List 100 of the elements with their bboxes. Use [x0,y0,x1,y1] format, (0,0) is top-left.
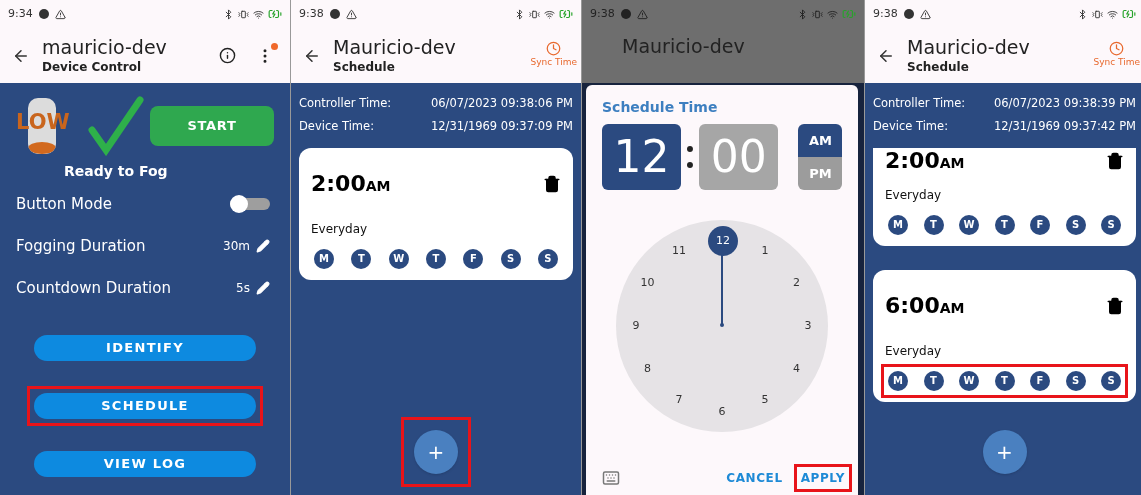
delete-icon[interactable] [1106,296,1124,315]
day-chip[interactable]: S [1065,370,1086,391]
schedule-time: 2:00AM [885,149,965,172]
checkmark-icon [88,96,144,156]
status-time: 9:34 [8,5,33,22]
dialog-action-button[interactable]: APPLY [793,464,852,492]
info-icon[interactable] [219,47,236,64]
add-button[interactable]: + [982,430,1027,474]
day-chip[interactable]: T [923,214,944,235]
colon-icon [687,146,694,168]
day-chip[interactable]: W [959,214,979,235]
repeat-label: Everyday [311,220,369,238]
status-icon [38,9,49,19]
status-icon [903,9,914,19]
dial-number[interactable]: 7 [665,386,693,415]
repeat-label: Everyday [885,342,943,360]
header-title: Mauricio-dev [333,36,457,60]
time-value: 06/07/2023 09:38:06 PM [430,95,573,112]
bluetooth-icon [223,8,234,20]
day-chip[interactable]: T [994,370,1015,391]
day-chip[interactable]: S [1101,370,1121,391]
warning-icon [345,8,357,20]
schedule-time: 6:00AM [885,294,965,317]
day-chip[interactable]: S [1065,214,1086,235]
status-time: 9:38 [590,5,615,22]
time-value: 06/07/2023 09:38:39 PM [993,95,1136,112]
bluetooth-icon [514,8,525,20]
wifi-icon [253,8,264,20]
setting-value: 30m [223,238,250,255]
header-subtitle: Schedule [333,59,396,75]
dialog-action-button[interactable]: CANCEL [719,464,790,492]
header-subtitle: Device Control [42,59,143,75]
setting-label: Button Mode [16,193,112,215]
day-chip[interactable]: F [1030,370,1050,391]
status-time: 9:38 [873,5,898,22]
dial-number[interactable]: 2 [782,269,811,297]
dial-number[interactable]: 11 [665,237,693,266]
add-button[interactable]: + [414,430,458,474]
time-label: Controller Time: [299,95,392,112]
warning-icon [919,8,931,20]
battery-icon [842,7,856,21]
warning-icon [54,8,66,20]
status-time: 9:38 [299,5,324,22]
delete-icon[interactable] [1106,151,1124,170]
dial-number[interactable]: 5 [751,386,779,415]
day-chip[interactable]: S [537,248,558,269]
dial-number[interactable]: 3 [794,312,822,340]
day-chip[interactable]: T [426,248,446,269]
day-chip[interactable]: M [888,370,908,391]
edit-icon[interactable] [256,239,270,253]
toggle-switch[interactable] [230,198,270,210]
wifi-icon [544,8,555,20]
day-chip[interactable]: S [1101,214,1121,235]
day-chip[interactable]: T [923,370,944,391]
dial-number[interactable]: 12 [708,226,738,256]
setting-label: Fogging Duration [16,235,146,257]
vibrate-icon [1092,8,1103,20]
schedule-time: 2:00AM [311,172,391,195]
action-button[interactable]: SCHEDULE [34,393,256,419]
battery-icon [1122,7,1136,21]
day-chip[interactable]: M [314,248,334,269]
repeat-label: Everyday [885,186,943,204]
time-value: 12/31/1969 09:37:42 PM [993,118,1136,136]
action-button[interactable]: IDENTIFY [34,335,256,361]
day-chip[interactable]: S [500,248,521,269]
dial-number[interactable]: 4 [782,355,811,383]
keyboard-icon[interactable] [602,469,620,487]
action-button[interactable]: VIEW LOG [34,451,256,477]
battery-icon [559,7,573,21]
vibrate-icon [238,8,249,20]
battery-icon [268,7,282,21]
period-toggle[interactable]: AM [798,124,842,157]
clock-icon [1109,41,1125,57]
clock-dial[interactable]: 12 1 2 3 4 5 6 7 8 9 10 11 [616,220,828,432]
dial-number[interactable]: 10 [633,269,662,297]
day-chip[interactable]: F [1030,214,1050,235]
vibrate-icon [529,8,540,20]
time-label: Device Time: [299,118,374,136]
status-icon [620,9,631,19]
header-title: Mauricio-dev [907,36,1031,60]
setting-label: Countdown Duration [16,277,171,299]
header-title: Mauricio-dev [622,35,745,57]
day-chip[interactable]: F [463,248,484,269]
day-chip[interactable]: M [888,214,908,235]
day-chip[interactable]: W [959,370,979,391]
delete-icon[interactable] [543,174,561,193]
bluetooth-icon [1077,8,1088,20]
day-chip[interactable]: W [388,248,409,269]
time-value: 12/31/1969 09:37:09 PM [430,118,573,136]
warning-icon [636,8,648,20]
clock-icon [546,41,562,57]
dial-number[interactable]: 9 [622,312,650,340]
status-text: Ready to Fog [64,162,169,181]
dial-number[interactable]: 6 [708,398,736,426]
dial-number[interactable]: 1 [751,237,779,266]
dial-number[interactable]: 8 [633,355,662,383]
edit-icon[interactable] [256,281,270,295]
hour-field[interactable]: 12 [602,124,682,190]
day-chip[interactable]: T [351,248,372,269]
day-chip[interactable]: T [994,214,1015,235]
